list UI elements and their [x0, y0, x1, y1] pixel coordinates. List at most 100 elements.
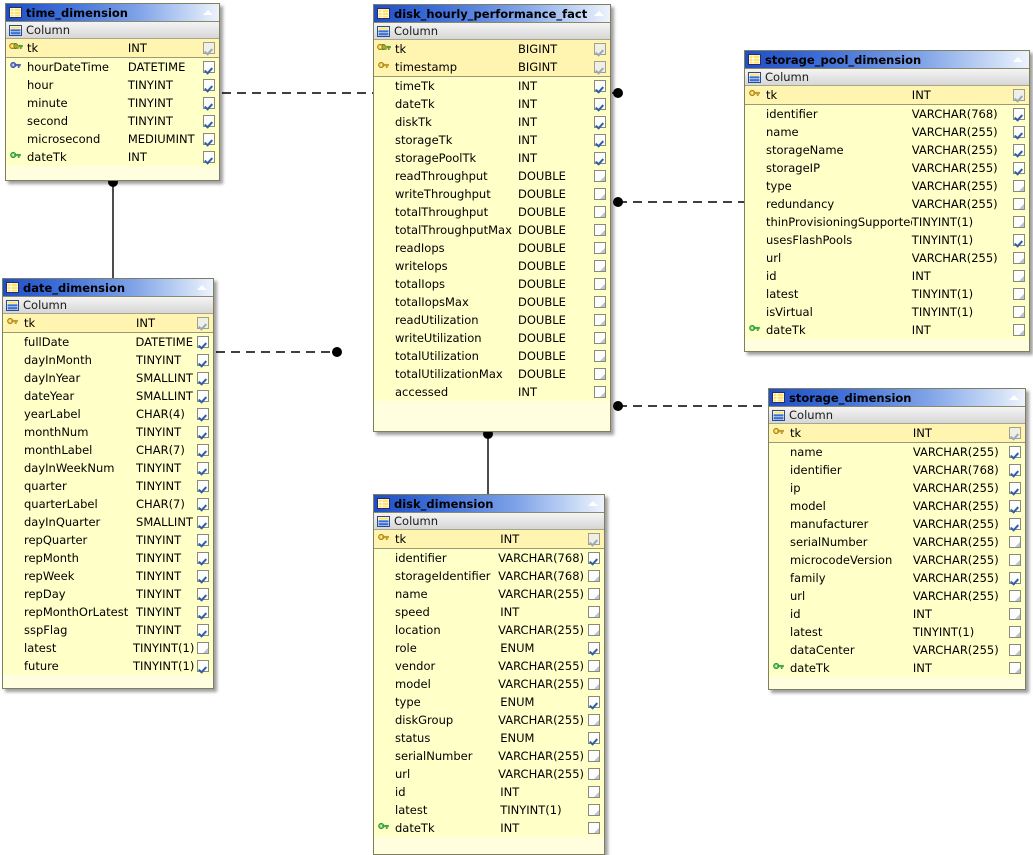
checkbox-checked-icon[interactable] [197, 534, 209, 546]
checkbox-checked-icon[interactable] [1013, 144, 1025, 156]
column-checkbox-cell[interactable] [1009, 234, 1029, 246]
column-row[interactable]: dateTk INT [745, 321, 1029, 339]
column-checkbox-cell[interactable] [590, 43, 610, 55]
checkbox-unchecked-icon[interactable] [1013, 180, 1025, 192]
column-checkbox-cell[interactable] [1009, 126, 1029, 138]
column-row[interactable]: diskTk INT [374, 113, 610, 131]
checkbox-unchecked-icon[interactable] [1009, 626, 1021, 638]
column-row[interactable]: thinProvisioningSupported TINYINT(1) [745, 213, 1029, 231]
column-row[interactable]: id INT [769, 605, 1025, 623]
column-row[interactable]: totalThroughputMax DOUBLE [374, 221, 610, 239]
checkbox-checked-icon[interactable] [197, 498, 209, 510]
column-checkbox-cell[interactable] [590, 170, 610, 182]
relationship-date-to-fact[interactable] [216, 347, 342, 357]
column-checkbox-cell[interactable] [590, 188, 610, 200]
column-checkbox-cell[interactable] [584, 786, 604, 798]
checkbox-checked-icon[interactable] [588, 696, 600, 708]
entity-title-bar[interactable]: disk_hourly_performance_fact [374, 5, 610, 23]
column-row[interactable]: repMonth TINYINT [3, 549, 213, 567]
column-checkbox-cell[interactable] [1009, 216, 1029, 228]
column-row[interactable]: repQuarter TINYINT [3, 531, 213, 549]
column-row[interactable]: readUtilization DOUBLE [374, 311, 610, 329]
column-checkbox-cell[interactable] [1005, 518, 1025, 530]
column-checkbox-cell[interactable] [590, 278, 610, 290]
column-checkbox-cell[interactable] [590, 368, 610, 380]
column-row[interactable]: monthNum TINYINT [3, 423, 213, 441]
checkbox-unchecked-icon[interactable] [594, 386, 606, 398]
column-row[interactable]: latest TINYINT(1) [374, 801, 604, 819]
column-checkbox-cell[interactable] [1009, 252, 1029, 264]
checkbox-unchecked-icon[interactable] [588, 768, 600, 780]
checkbox-checked-icon[interactable] [1009, 427, 1021, 439]
column-checkbox-cell[interactable] [590, 350, 610, 362]
column-row[interactable]: timestamp BIGINT [374, 58, 610, 76]
checkbox-checked-icon[interactable] [197, 480, 209, 492]
column-checkbox-cell[interactable] [1009, 270, 1029, 282]
column-checkbox-cell[interactable] [193, 354, 213, 366]
checkbox-unchecked-icon[interactable] [1009, 590, 1021, 602]
column-checkbox-cell[interactable] [590, 224, 610, 236]
checkbox-unchecked-icon[interactable] [1009, 608, 1021, 620]
column-checkbox-cell[interactable] [584, 714, 604, 726]
checkbox-unchecked-icon[interactable] [588, 714, 600, 726]
column-row[interactable]: repDay TINYINT [3, 585, 213, 603]
column-row[interactable]: serialNumber VARCHAR(255) [769, 533, 1025, 551]
entity-time_dimension[interactable]: time_dimension Column tk INT hourDateTime DAT… [5, 3, 220, 181]
column-checkbox-cell[interactable] [590, 260, 610, 272]
column-checkbox-cell[interactable] [584, 624, 604, 636]
column-checkbox-cell[interactable] [1005, 608, 1025, 620]
checkbox-checked-icon[interactable] [1013, 108, 1025, 120]
column-checkbox-cell[interactable] [193, 317, 213, 329]
checkbox-unchecked-icon[interactable] [594, 224, 606, 236]
column-checkbox-cell[interactable] [193, 588, 213, 600]
column-checkbox-cell[interactable] [193, 480, 213, 492]
checkbox-unchecked-icon[interactable] [594, 260, 606, 272]
column-checkbox-cell[interactable] [584, 678, 604, 690]
column-checkbox-cell[interactable] [584, 768, 604, 780]
checkbox-checked-icon[interactable] [594, 98, 606, 110]
column-checkbox-cell[interactable] [1005, 536, 1025, 548]
column-section-header[interactable]: Column [6, 22, 219, 39]
checkbox-checked-icon[interactable] [197, 570, 209, 582]
checkbox-checked-icon[interactable] [594, 43, 606, 55]
column-checkbox-cell[interactable] [584, 822, 604, 834]
column-checkbox-cell[interactable] [193, 534, 213, 546]
column-row[interactable]: storageIdentifier VARCHAR(768) [374, 567, 604, 585]
column-row[interactable]: usesFlashPools TINYINT(1) [745, 231, 1029, 249]
checkbox-checked-icon[interactable] [203, 97, 215, 109]
column-section-header[interactable]: Column [374, 23, 610, 40]
column-checkbox-cell[interactable] [193, 462, 213, 474]
checkbox-checked-icon[interactable] [203, 79, 215, 91]
checkbox-checked-icon[interactable] [203, 115, 215, 127]
checkbox-checked-icon[interactable] [1013, 89, 1025, 101]
column-row[interactable]: dateYear SMALLINT [3, 387, 213, 405]
column-checkbox-cell[interactable] [590, 80, 610, 92]
column-checkbox-cell[interactable] [590, 332, 610, 344]
column-row[interactable]: dayInYear SMALLINT [3, 369, 213, 387]
column-row[interactable]: manufacturer VARCHAR(255) [769, 515, 1025, 533]
checkbox-unchecked-icon[interactable] [588, 606, 600, 618]
entity-title-bar[interactable]: storage_pool_dimension [745, 51, 1029, 69]
column-checkbox-cell[interactable] [590, 242, 610, 254]
checkbox-checked-icon[interactable] [197, 408, 209, 420]
checkbox-checked-icon[interactable] [203, 61, 215, 73]
checkbox-unchecked-icon[interactable] [594, 296, 606, 308]
column-row[interactable]: identifier VARCHAR(768) [769, 461, 1025, 479]
column-row[interactable]: totalUtilizationMax DOUBLE [374, 365, 610, 383]
column-row[interactable]: hourDateTime DATETIME [6, 58, 219, 76]
column-row[interactable]: type VARCHAR(255) [745, 177, 1029, 195]
column-row[interactable]: speed INT [374, 603, 604, 621]
checkbox-checked-icon[interactable] [197, 624, 209, 636]
checkbox-checked-icon[interactable] [197, 336, 209, 348]
checkbox-checked-icon[interactable] [197, 462, 209, 474]
checkbox-checked-icon[interactable] [1009, 464, 1021, 476]
column-row[interactable]: model VARCHAR(255) [374, 675, 604, 693]
checkbox-checked-icon[interactable] [203, 133, 215, 145]
column-row[interactable]: dateTk INT [769, 659, 1025, 677]
checkbox-unchecked-icon[interactable] [1009, 662, 1021, 674]
column-row[interactable]: redundancy VARCHAR(255) [745, 195, 1029, 213]
column-row[interactable]: ip VARCHAR(255) [769, 479, 1025, 497]
column-row[interactable]: readThroughput DOUBLE [374, 167, 610, 185]
column-row[interactable]: model VARCHAR(255) [769, 497, 1025, 515]
checkbox-checked-icon[interactable] [594, 61, 606, 73]
